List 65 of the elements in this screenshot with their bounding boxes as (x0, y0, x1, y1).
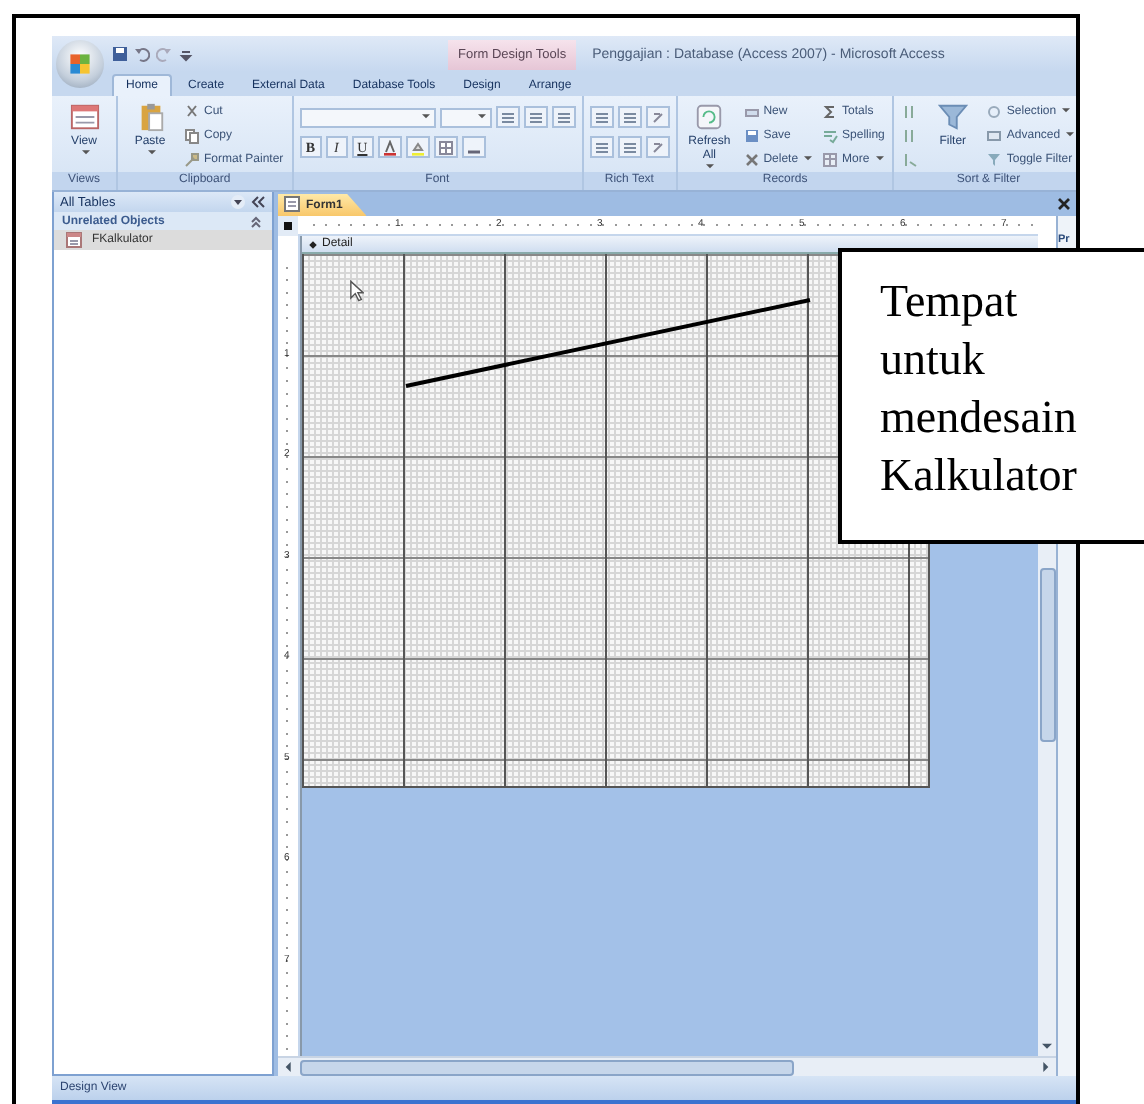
ribbon-button[interactable] (617, 106, 642, 128)
font-combo-box[interactable] (299, 107, 436, 127)
office-logo-icon (68, 52, 92, 76)
scrollbar-thumb[interactable] (1039, 568, 1055, 742)
toolbar-icon (527, 109, 544, 125)
ribbon-button[interactable] (589, 106, 614, 128)
callout-text: Tempat untuk mendesain Kalkulator (880, 274, 1079, 504)
save-icon[interactable] (112, 46, 128, 62)
vertical-scrollbar[interactable] (1038, 540, 1056, 1056)
ribbon-button[interactable] (461, 136, 486, 158)
ribbon-button[interactable] (645, 106, 670, 128)
toolbar-icon (822, 127, 839, 143)
funnel-icon (937, 102, 968, 132)
brush-icon (184, 151, 200, 167)
toolbar-icon (649, 109, 666, 125)
save-icon (743, 127, 760, 143)
refresh-icon (694, 102, 725, 132)
toolbar-icon (437, 139, 454, 155)
scroll-down-icon[interactable] (1042, 1042, 1052, 1052)
ribbon-button[interactable] (405, 136, 430, 158)
sort-icon (902, 127, 919, 143)
toolbar-icon (621, 109, 638, 125)
caret-icon (421, 114, 430, 120)
scroll-right-icon[interactable] (1040, 1062, 1050, 1072)
redo-icon[interactable] (156, 46, 172, 62)
toolbar-icon (902, 151, 919, 167)
toolbar-icon (621, 139, 638, 155)
customize-icon[interactable] (178, 46, 194, 62)
sigma-icon (822, 103, 839, 119)
sort-icon (902, 103, 919, 119)
form-selector[interactable] (278, 216, 298, 236)
scissors-icon (184, 103, 200, 119)
toolbar-icon (593, 109, 610, 125)
toolbar-icon (593, 139, 610, 155)
toolbar-icon (409, 139, 426, 155)
close-icon[interactable] (1056, 196, 1072, 212)
form-view-icon (69, 102, 99, 132)
scroll-left-icon[interactable] (284, 1062, 294, 1072)
toolbar-icon (499, 109, 516, 125)
toolbar-icon (822, 151, 839, 167)
collapse-icon[interactable] (248, 213, 264, 229)
undo-icon[interactable] (134, 46, 150, 62)
scrollbar-thumb[interactable] (300, 1059, 794, 1075)
collapse-icon[interactable] (250, 194, 266, 210)
ribbon-button[interactable] (589, 136, 614, 158)
form-icon (284, 195, 300, 211)
form-icon (66, 232, 82, 248)
ribbon-button[interactable] (377, 136, 402, 158)
ribbon-button[interactable] (551, 106, 576, 128)
toolbar-icon (743, 103, 760, 119)
ribbon-button[interactable] (433, 136, 458, 158)
mouse-pointer-icon (350, 280, 364, 302)
toolbar-icon (555, 109, 572, 125)
ribbon-button[interactable] (495, 106, 520, 128)
ribbon-button[interactable] (617, 136, 642, 158)
ribbon-button[interactable] (645, 136, 670, 158)
toolbar-icon (649, 139, 666, 155)
copy-icon (184, 127, 200, 143)
horizontal-scrollbar[interactable] (278, 1056, 1056, 1076)
toolbar-icon (381, 139, 398, 155)
ribbon-button[interactable] (523, 106, 548, 128)
font-combo-box[interactable] (439, 107, 492, 127)
caret-icon (477, 114, 486, 120)
delete-icon (743, 151, 760, 167)
dropdown-icon[interactable] (230, 194, 246, 210)
